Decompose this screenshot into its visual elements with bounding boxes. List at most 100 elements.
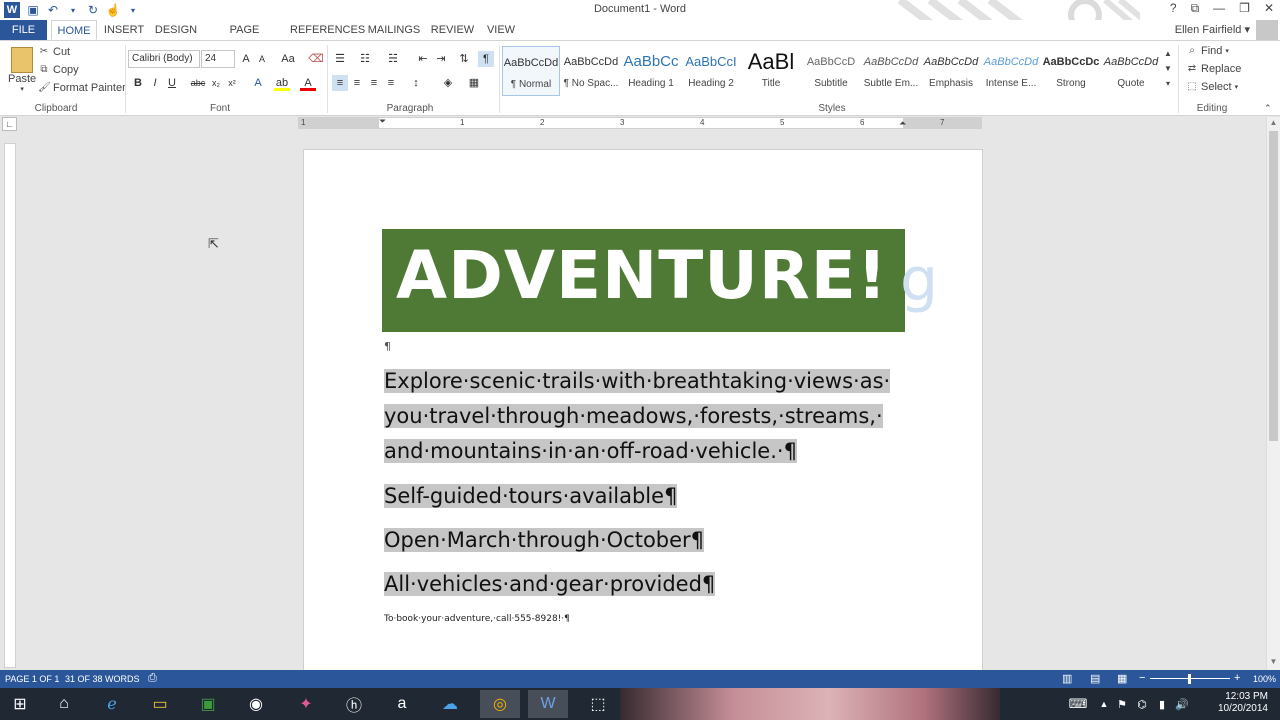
style-intense-emphasis[interactable]: AaBbCcDd Intense E...: [982, 46, 1040, 96]
decrease-indent-icon[interactable]: ⇤: [415, 51, 431, 67]
increase-indent-icon[interactable]: ⇥: [433, 51, 449, 67]
paste-dropdown-icon[interactable]: ▾: [20, 85, 24, 93]
store-icon[interactable]: ▣: [188, 690, 228, 718]
photos-icon[interactable]: ✦: [286, 690, 326, 718]
snipping-tool-icon[interactable]: ⬚: [578, 690, 618, 718]
replace-button[interactable]: ⇄ Replace: [1186, 63, 1242, 75]
ribbon-display-options-icon[interactable]: ⧉: [1191, 1, 1200, 16]
multilevel-list-icon[interactable]: ☵: [385, 51, 401, 67]
paste-button[interactable]: Paste ▾: [8, 47, 36, 93]
tray-overflow-icon[interactable]: ▲: [1094, 690, 1114, 718]
style-heading-2[interactable]: AaBbCcI Heading 2: [682, 46, 740, 96]
find-button[interactable]: ⌕ Find ▾: [1186, 45, 1229, 57]
style-strong[interactable]: AaBbCcDc Strong: [1042, 46, 1100, 96]
text-effects-icon[interactable]: A: [250, 75, 266, 91]
bold-icon[interactable]: B: [130, 75, 146, 91]
styles-scroll[interactable]: ▲ ▼ ▾: [1164, 49, 1172, 88]
document-page[interactable]: ADVENTURE! g ¶ Explore·scenic·trails·wit…: [303, 149, 983, 670]
hp-icon[interactable]: ⓗ: [334, 690, 374, 718]
scroll-up-icon[interactable]: ▲: [1267, 118, 1280, 130]
style-title[interactable]: AaBl Title: [742, 46, 800, 96]
tab-view[interactable]: VIEW: [484, 20, 518, 40]
print-layout-icon[interactable]: ▤: [1090, 672, 1100, 685]
internet-explorer-icon[interactable]: ℯ: [92, 690, 132, 718]
onedrive-icon[interactable]: ☁: [430, 690, 470, 718]
horizontal-ruler[interactable]: 1 1 2 3 4 5 6 7 ⏷ ⏶: [298, 116, 982, 129]
battery-icon[interactable]: ▮: [1152, 690, 1172, 718]
zoom-out-icon[interactable]: −: [1139, 672, 1145, 684]
style-subtle-emphasis[interactable]: AaBbCcDd Subtle Em...: [862, 46, 920, 96]
align-right-icon[interactable]: ≡: [366, 75, 382, 91]
flag-icon[interactable]: ⚑: [1112, 690, 1132, 718]
tab-file[interactable]: FILE: [0, 20, 47, 40]
web-layout-icon[interactable]: ▦: [1117, 672, 1127, 685]
scroll-thumb[interactable]: [1269, 131, 1278, 441]
align-center-icon[interactable]: ≡: [349, 75, 365, 91]
avatar[interactable]: [1256, 20, 1278, 40]
chevron-up-icon[interactable]: ▲: [1164, 49, 1172, 58]
shading-icon[interactable]: ◈: [440, 75, 456, 91]
borders-icon[interactable]: ▦: [466, 75, 482, 91]
read-mode-icon[interactable]: ▥: [1062, 672, 1072, 685]
vertical-scrollbar[interactable]: ▲ ▼: [1266, 117, 1280, 670]
amazon-icon[interactable]: a: [382, 690, 422, 718]
tab-insert[interactable]: INSERT: [102, 20, 146, 40]
close-button[interactable]: ✕: [1264, 1, 1274, 16]
tab-references[interactable]: REFERENCES: [290, 20, 365, 40]
booking-line[interactable]: To·book·your·adventure,·call·555-8928!·¶: [384, 614, 570, 624]
strikethrough-icon[interactable]: abc: [190, 75, 206, 91]
sort-icon[interactable]: ⇅: [456, 51, 472, 67]
font-color-icon[interactable]: A: [300, 75, 316, 91]
style-heading-1[interactable]: AaBbCc Heading 1: [622, 46, 680, 96]
windows-start-icon[interactable]: ⊞: [0, 690, 40, 718]
format-painter-button[interactable]: 🖌 Format Painter: [38, 82, 126, 94]
help-button[interactable]: ?: [1170, 1, 1177, 16]
zoom-in-icon[interactable]: +: [1234, 672, 1240, 684]
shrink-font-icon[interactable]: A: [254, 51, 270, 67]
tab-design[interactable]: DESIGN: [153, 20, 199, 40]
style-emphasis[interactable]: AaBbCcDd Emphasis: [922, 46, 980, 96]
volume-icon[interactable]: 🔊: [1172, 690, 1192, 718]
clear-formatting-icon[interactable]: ⌫: [308, 51, 324, 67]
numbering-icon[interactable]: ☷: [357, 51, 373, 67]
highlight-color-icon[interactable]: ab: [274, 75, 290, 91]
chrome-icon[interactable]: ◎: [480, 690, 520, 718]
proofing-icon[interactable]: ⎙: [148, 672, 157, 685]
change-case-icon[interactable]: Aa: [280, 51, 296, 67]
feature-line-1[interactable]: Self-guided·tours·available¶: [384, 479, 678, 514]
style-quote[interactable]: AaBbCcDd Quote: [1102, 46, 1160, 96]
font-family-combo[interactable]: Calibri (Body): [128, 50, 200, 68]
justify-icon[interactable]: ≡: [383, 75, 399, 91]
intro-paragraph[interactable]: Explore·scenic·trails·with·breathtaking·…: [384, 364, 891, 469]
copy-button[interactable]: ⧉ Copy: [38, 64, 78, 76]
show-hide-marks-icon[interactable]: ¶: [478, 51, 494, 67]
minimize-button[interactable]: —: [1213, 1, 1225, 16]
document-canvas[interactable]: ⇱ ADVENTURE! g ¶ Explore·scenic·trails·w…: [18, 131, 1266, 670]
adventure-banner[interactable]: ADVENTURE! g: [382, 229, 938, 332]
chevron-down-icon[interactable]: ▼: [1164, 64, 1172, 73]
style-subtitle[interactable]: AaBbCcD Subtitle: [802, 46, 860, 96]
tab-page-layout[interactable]: PAGE LAYOUT: [207, 20, 282, 56]
vertical-ruler[interactable]: [4, 143, 16, 668]
home-icon[interactable]: ⌂: [44, 690, 84, 718]
grow-font-icon[interactable]: A: [238, 51, 254, 67]
zoom-level[interactable]: 100%: [1253, 674, 1276, 684]
bullets-icon[interactable]: ☰: [332, 51, 348, 67]
zoom-slider-thumb[interactable]: [1188, 674, 1191, 684]
collapse-ribbon-icon[interactable]: ⌃: [1264, 103, 1272, 114]
word-taskbar-icon[interactable]: W: [528, 690, 568, 718]
select-button[interactable]: ⬚ Select ▾: [1186, 81, 1238, 93]
page-count[interactable]: PAGE 1 OF 1: [5, 674, 59, 684]
style-normal[interactable]: AaBbCcDd ¶ Normal: [502, 46, 560, 96]
indent-marker-icon[interactable]: ⏷: [379, 116, 386, 127]
italic-icon[interactable]: I: [147, 75, 163, 91]
tab-mailings[interactable]: MAILINGS: [364, 20, 424, 40]
style-no-spacing[interactable]: AaBbCcDd ¶ No Spac...: [562, 46, 620, 96]
font-size-combo[interactable]: 24: [201, 50, 235, 68]
align-left-icon[interactable]: ≡: [332, 75, 348, 91]
media-icon[interactable]: ◉: [236, 690, 276, 718]
feature-line-3[interactable]: All·vehicles·and·gear·provided¶: [384, 567, 716, 602]
word-count[interactable]: 31 OF 38 WORDS: [65, 674, 140, 684]
subscript-icon[interactable]: x₂: [208, 75, 224, 91]
tab-review[interactable]: REVIEW: [430, 20, 475, 40]
